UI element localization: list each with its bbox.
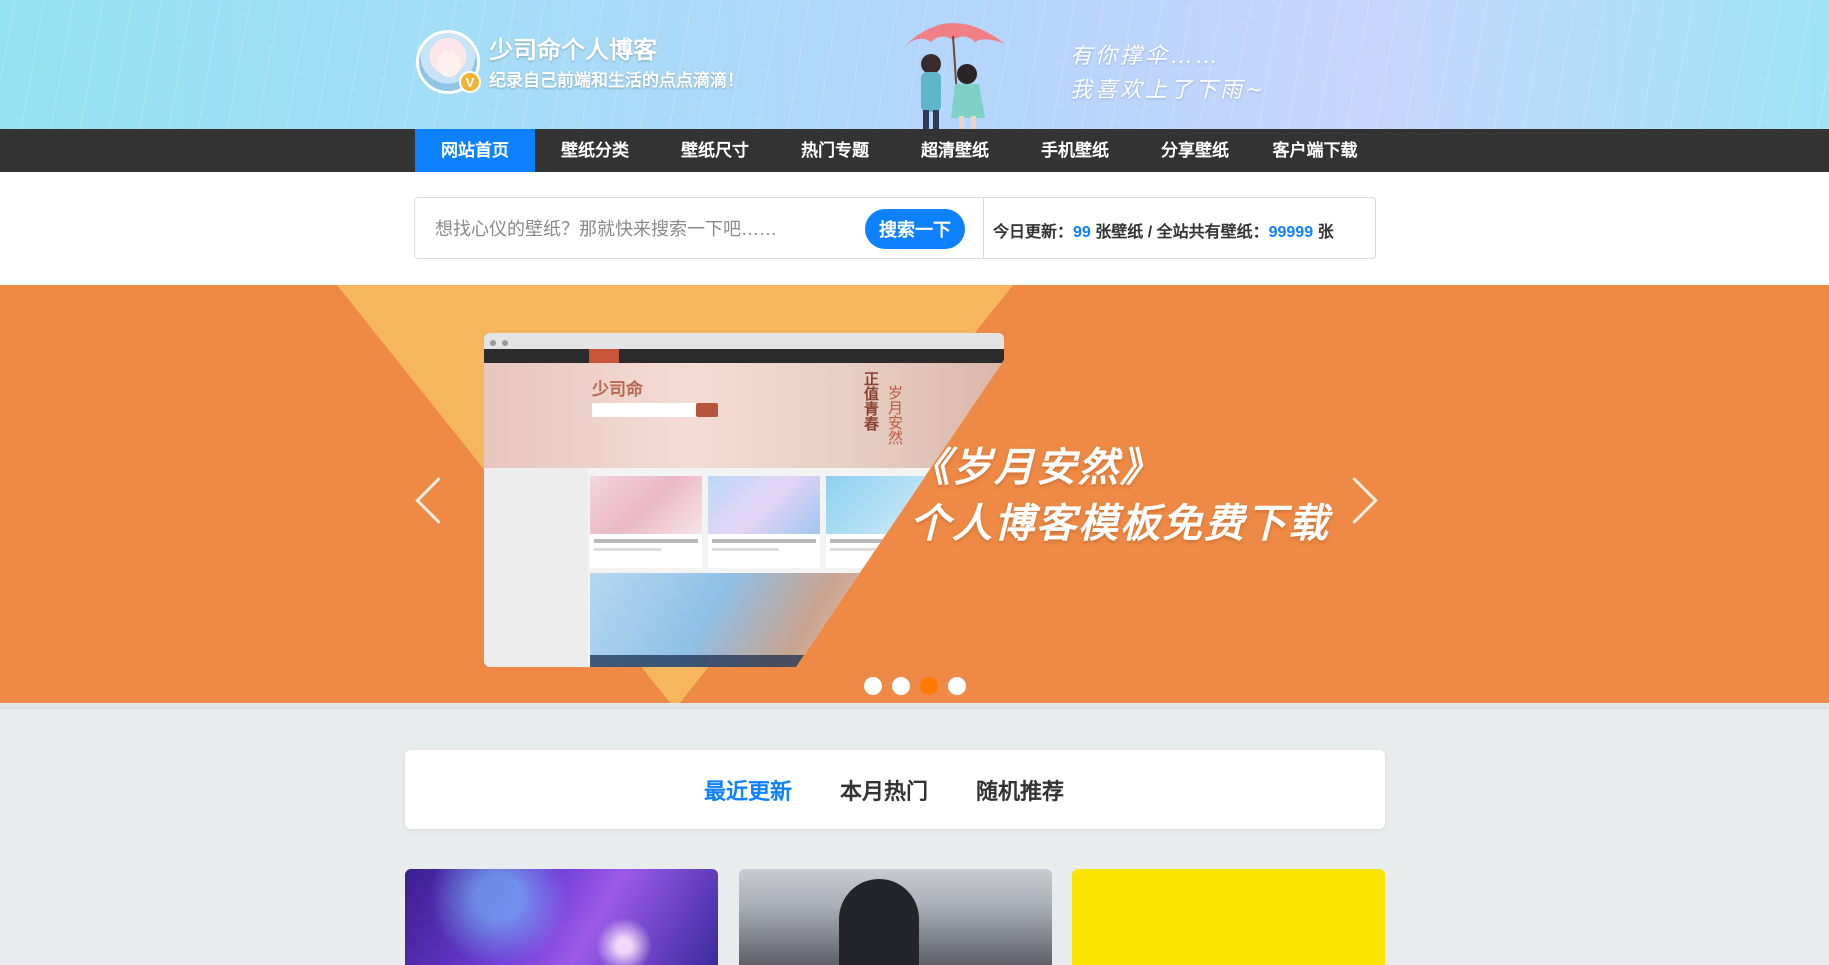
divider: [983, 198, 984, 258]
stats-total-count: 99999: [1268, 224, 1314, 241]
tab-recent-updates[interactable]: 最近更新: [704, 774, 792, 806]
carousel-dots: [864, 677, 966, 695]
banner-title-line-1: 《岁月安然》: [910, 445, 1162, 491]
banner-bottom-shadow: [0, 703, 1829, 709]
carousel-prev-arrow-icon[interactable]: [410, 470, 450, 534]
avatar-face: [437, 51, 461, 77]
couple-umbrella-illustration: [905, 22, 1005, 129]
header-poem-line-1: 有你撑伞……: [1070, 44, 1221, 69]
nav-item-mobile-wallpaper[interactable]: 手机壁纸: [1015, 129, 1135, 172]
wallpaper-card[interactable]: [405, 869, 718, 965]
carousel-dot[interactable]: [864, 677, 882, 695]
nav-item-sizes[interactable]: 壁纸尺寸: [655, 129, 775, 172]
carousel-next-arrow-icon[interactable]: [1340, 470, 1380, 534]
nav-item-hot-topics[interactable]: 热门专题: [775, 129, 895, 172]
site-title[interactable]: 少司命个人博客: [489, 30, 657, 65]
preview-vertical-text-2: 岁月安然: [886, 385, 903, 445]
nav-item-client-download[interactable]: 客户端下载: [1255, 129, 1375, 172]
banner-headline: 《岁月安然》 个人博客模板免费下载: [910, 440, 1330, 552]
stats-total-unit: 张: [1317, 224, 1334, 241]
content-tabs: 最近更新 本月热门 随机推荐: [405, 750, 1385, 829]
wallpaper-figure: [839, 879, 919, 965]
preview-card: [590, 476, 702, 568]
site-subtitle: 纪录自己前端和生活的点点滴滴！: [489, 71, 744, 90]
banner-title-line-2: 个人博客模板免费下载: [910, 501, 1330, 547]
search-input[interactable]: [435, 212, 855, 246]
stats-today-count: 99: [1073, 224, 1091, 241]
site-header: V 少司命个人博客 纪录自己前端和生活的点点滴滴！ 有你撑伞…… 我喜欢上了下雨…: [0, 0, 1829, 129]
main-nav: 网站首页 壁纸分类 壁纸尺寸 热门专题 超清壁纸 手机壁纸 分享壁纸 客户端下载: [0, 129, 1829, 172]
header-poem-line-2: 我喜欢上了下雨~: [1070, 78, 1267, 103]
stats-today-unit: 张壁纸 / 全站共有壁纸：: [1095, 224, 1269, 241]
nav-item-share-wallpaper[interactable]: 分享壁纸: [1135, 129, 1255, 172]
banner-carousel[interactable]: 少司命 正值青春 岁月安然 《岁月安然》 个人博客模板免费下载: [0, 285, 1829, 709]
preview-feature-image: [590, 573, 890, 667]
tab-random-picks[interactable]: 随机推荐: [976, 774, 1064, 806]
preview-nav: [484, 349, 1004, 363]
avatar[interactable]: V: [416, 30, 481, 94]
carousel-dot[interactable]: [892, 677, 910, 695]
carousel-dot-active[interactable]: [920, 677, 938, 695]
nav-item-hd-wallpaper[interactable]: 超清壁纸: [895, 129, 1015, 172]
wallpaper-stats: 今日更新：99 张壁纸 / 全站共有壁纸：99999 张: [993, 218, 1334, 242]
search-section: 搜索一下 今日更新：99 张壁纸 / 全站共有壁纸：99999 张: [0, 172, 1829, 285]
tab-monthly-hot[interactable]: 本月热门: [840, 774, 928, 806]
search-box: 搜索一下 今日更新：99 张壁纸 / 全站共有壁纸：99999 张: [414, 197, 1376, 259]
search-button[interactable]: 搜索一下: [865, 209, 965, 249]
stats-today-label: 今日更新：: [993, 224, 1074, 241]
verified-badge-icon: V: [459, 71, 481, 93]
preview-vertical-text-1: 正值青春: [862, 371, 879, 431]
wallpaper-card[interactable]: [739, 869, 1052, 965]
preview-card: [708, 476, 820, 568]
carousel-dot[interactable]: [948, 677, 966, 695]
preview-search: [592, 403, 718, 417]
nav-item-categories[interactable]: 壁纸分类: [535, 129, 655, 172]
preview-browser-bar: [484, 333, 1004, 349]
preview-sidebar: [484, 468, 588, 667]
wallpaper-card[interactable]: [1072, 869, 1385, 965]
preview-logo: 少司命: [592, 380, 643, 399]
nav-item-home[interactable]: 网站首页: [415, 129, 535, 172]
